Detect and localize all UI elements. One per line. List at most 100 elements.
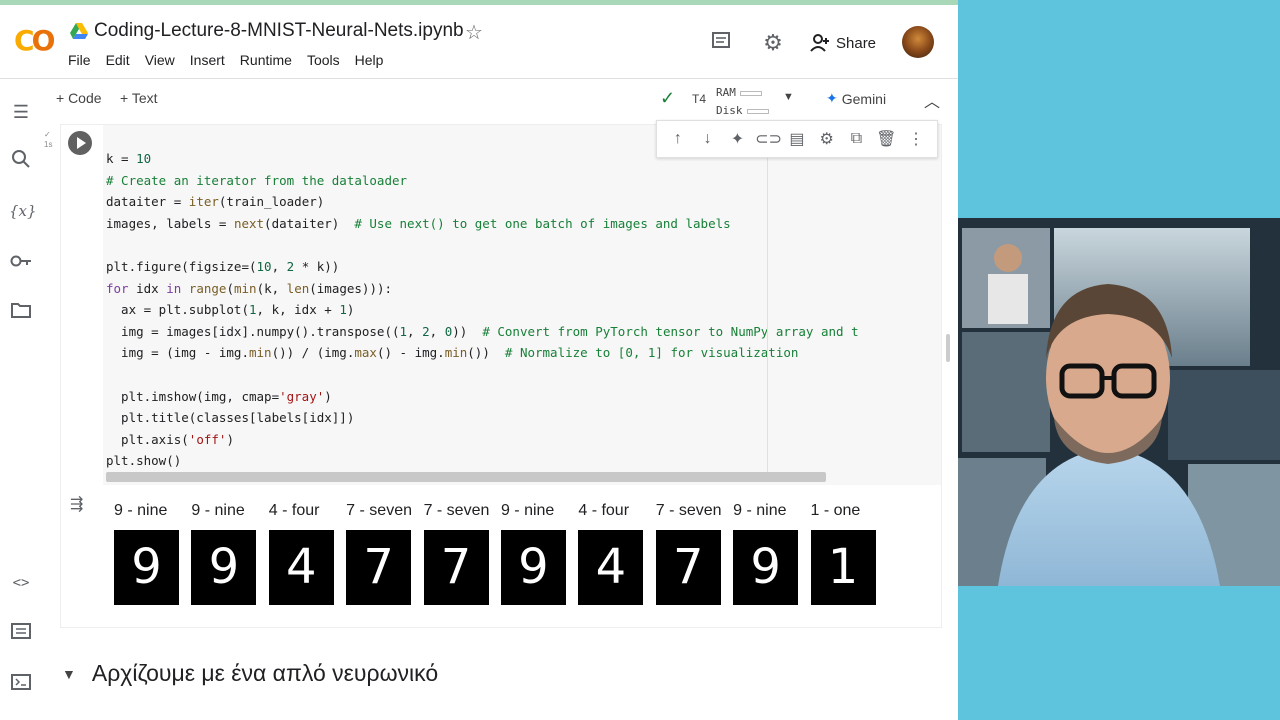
code-text[interactable]: k = 10 # Create an iterator from the dat… <box>106 148 859 472</box>
output-image-8: 7 - seven 7 <box>655 502 733 605</box>
move-down-icon[interactable]: ↓ <box>696 130 720 148</box>
star-icon[interactable]: ☆ <box>465 20 483 45</box>
mnist-digit-image: 4 <box>268 530 334 605</box>
output-image-2: 9 - nine 9 <box>191 502 268 605</box>
image-title: 7 - seven <box>346 502 412 519</box>
mnist-digit-image: 9 <box>191 530 257 605</box>
search-icon[interactable] <box>9 149 33 173</box>
image-title: 1 - one <box>810 502 861 519</box>
disk-bar <box>746 108 769 114</box>
chevron-down-icon[interactable]: ▼ <box>62 666 76 682</box>
share-label: Share <box>836 34 877 52</box>
comment-icon[interactable]: ▤ <box>785 129 809 149</box>
vertical-scrollbar[interactable] <box>946 334 950 362</box>
command-palette-icon[interactable] <box>9 621 33 645</box>
image-title: 9 - nine <box>191 502 245 519</box>
gemini-spark-icon[interactable]: ✦ <box>725 129 749 149</box>
code-line: plt.title(classes[labels[idx]]) <box>121 410 355 426</box>
colab-window: CO Coding-Lecture-8-MNIST-Neural-Nets.ip… <box>0 0 958 720</box>
link-icon[interactable]: ⊂⊃ <box>755 129 782 149</box>
execution-time: 1s <box>44 140 53 149</box>
presenter-video <box>958 218 1280 586</box>
code-line: # Create an iterator from the dataloader <box>106 172 408 188</box>
top-stripe <box>0 0 958 5</box>
left-sidebar: ☰ {x} <> <box>0 82 42 720</box>
output-image-9: 9 - nine 9 <box>733 502 810 605</box>
image-title: 9 - nine <box>733 502 787 519</box>
menu-help[interactable]: Help <box>355 52 384 68</box>
mnist-digit-image: 7 <box>655 530 721 605</box>
mnist-digit-image: 7 <box>346 530 412 605</box>
add-code-button[interactable]: + Code <box>56 90 102 106</box>
code-line: img = images[idx].numpy().transpose((1, … <box>106 323 859 339</box>
run-cell-button[interactable] <box>68 131 92 155</box>
folder-icon[interactable] <box>9 300 33 324</box>
output-image-5: 7 - seven 7 <box>423 502 501 605</box>
code-line: dataiter = iter(train_loader) <box>106 194 325 210</box>
output-image-10: 1 - one 1 <box>810 502 888 605</box>
menu-tools[interactable]: Tools <box>307 52 340 68</box>
section-heading: Αρχίζουμε με ένα απλό νευρωνικό <box>91 660 439 686</box>
share-button[interactable]: Share <box>810 30 876 56</box>
cell-toolbar: ↑ ↓ ✦ ⊂⊃ ▤ ⚙ ⧉ 🗑 ⋮ <box>656 120 938 158</box>
mnist-digit-image: 1 <box>810 530 876 605</box>
move-up-icon[interactable]: ↑ <box>666 130 690 148</box>
output-actions-icon[interactable]: ⇶ <box>70 494 83 514</box>
code-line: k = 10 <box>106 151 152 166</box>
header-divider <box>0 78 958 79</box>
notebook-title[interactable]: Coding-Lecture-8-MNIST-Neural-Nets.ipynb <box>94 20 464 42</box>
output-image-3: 4 - four 4 <box>268 502 346 605</box>
image-title: 4 - four <box>578 502 630 519</box>
runtime-type[interactable]: T4 <box>692 92 706 106</box>
output-images: 9 - nine 9 9 - nine 9 4 - four 4 7 - seven 7 7 -… <box>114 502 888 605</box>
image-title: 7 - seven <box>423 502 490 519</box>
gemini-spark-icon: ✦ <box>826 90 838 106</box>
ruler-line <box>767 150 768 480</box>
mnist-digit-image: 7 <box>423 530 489 605</box>
code-line: images, labels = next(dataiter) # Use ne… <box>106 215 731 231</box>
avatar[interactable] <box>902 26 934 58</box>
mnist-digit-image: 9 <box>114 530 179 605</box>
share-person-icon <box>810 34 829 52</box>
mnist-digit-image: 4 <box>578 530 644 605</box>
code-line: for idx in range(min(k, len(images))): <box>106 280 393 296</box>
chevron-up-icon[interactable]: ︿ <box>924 88 940 112</box>
check-icon: ✓ <box>660 88 676 108</box>
code-snippets-icon[interactable]: <> <box>9 571 33 595</box>
menu-view[interactable]: View <box>145 52 175 68</box>
output-image-7: 4 - four 4 <box>578 502 655 605</box>
execution-indicator: ✓ 1s <box>44 130 53 149</box>
output-image-4: 7 - seven 7 <box>346 502 423 605</box>
image-title: 7 - seven <box>655 502 722 519</box>
secrets-key-icon[interactable] <box>9 250 33 274</box>
mnist-digit-image: 9 <box>733 530 799 605</box>
menu-insert[interactable]: Insert <box>190 52 225 68</box>
mnist-digit-image: 9 <box>500 530 566 605</box>
settings-icon[interactable]: ⚙ <box>760 30 786 56</box>
add-text-button[interactable]: + Text <box>120 90 158 106</box>
settings-icon[interactable]: ⚙ <box>815 129 839 149</box>
toc-icon[interactable]: ☰ <box>9 100 33 124</box>
comment-icon[interactable] <box>708 30 734 56</box>
output-image-6: 9 - nine 9 <box>500 502 578 605</box>
image-title: 9 - nine <box>500 502 555 519</box>
resource-meter[interactable]: RAM Disk <box>716 84 769 120</box>
menu-edit[interactable]: Edit <box>106 52 130 68</box>
colab-logo[interactable]: CO <box>14 24 56 57</box>
section-header[interactable]: ▼ Αρχίζουμε με ένα απλό νευρωνικό <box>62 660 438 687</box>
menu-file[interactable]: File <box>68 52 91 68</box>
gemini-button[interactable]: ✦ Gemini <box>826 90 886 107</box>
menu-bar: File Edit View Insert Runtime Tools Help <box>68 52 398 68</box>
image-title: 9 - nine <box>114 502 168 519</box>
drive-icon <box>70 23 88 39</box>
mirror-cell-icon[interactable]: ⧉ <box>844 130 868 148</box>
variables-icon[interactable]: {x} <box>9 199 37 223</box>
terminal-icon[interactable] <box>9 672 33 696</box>
code-line: plt.axis('off') <box>106 431 234 447</box>
more-icon[interactable]: ⋮ <box>904 129 928 149</box>
delete-icon[interactable]: 🗑 <box>874 129 898 149</box>
horizontal-scrollbar[interactable] <box>106 472 826 482</box>
menu-runtime[interactable]: Runtime <box>240 52 292 68</box>
gemini-label: Gemini <box>841 90 887 107</box>
chevron-down-icon[interactable]: ▼ <box>783 91 794 103</box>
